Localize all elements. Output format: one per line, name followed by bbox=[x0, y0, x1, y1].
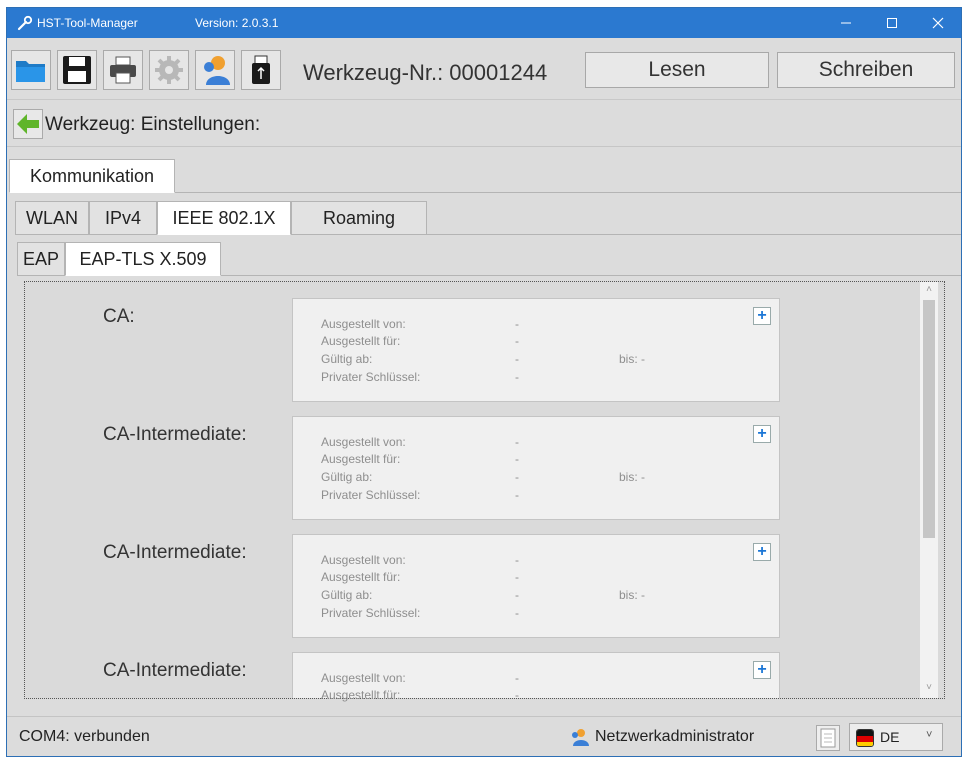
tab-ieee-8021x[interactable]: IEEE 802.1X bbox=[157, 201, 291, 235]
language-value: DE bbox=[880, 729, 900, 745]
maximize-button[interactable] bbox=[869, 8, 915, 38]
title-bar: HST-Tool-Manager Version: 2.0.3.1 bbox=[7, 8, 961, 38]
scroll-down-icon[interactable]: ˅ bbox=[923, 682, 935, 694]
field-private-key: Privater Schlüssel: bbox=[321, 606, 421, 620]
tab-kommunikation[interactable]: Kommunikation bbox=[9, 159, 175, 193]
add-certificate-button[interactable]: + bbox=[753, 661, 771, 679]
connection-status: COM4: verbunden bbox=[19, 728, 150, 745]
write-button[interactable]: Schreiben bbox=[777, 52, 955, 88]
section-label-ca-intermediate: CA-Intermediate: bbox=[103, 424, 247, 445]
language-select[interactable]: DE ˅ bbox=[849, 723, 943, 751]
read-button[interactable]: Lesen bbox=[585, 52, 769, 88]
certificate-box: + Ausgestellt von: - Ausgestellt für: - … bbox=[292, 416, 780, 520]
value-private-key: - bbox=[515, 370, 519, 384]
add-certificate-button[interactable]: + bbox=[753, 425, 771, 443]
nav-row: Werkzeug: Einstellungen: bbox=[7, 101, 961, 147]
field-valid-from: Gültig ab: bbox=[321, 470, 373, 484]
user-role: Netzwerkadministrator bbox=[595, 728, 755, 745]
save-button[interactable] bbox=[57, 50, 97, 90]
field-valid-from: Gültig ab: bbox=[321, 352, 373, 366]
section-label-ca-intermediate: CA-Intermediate: bbox=[103, 660, 247, 681]
open-button[interactable] bbox=[11, 50, 51, 90]
tab-roaming[interactable]: Roaming bbox=[291, 201, 427, 235]
field-issued-by: Ausgestellt von: bbox=[321, 671, 406, 685]
value-issued-to: - bbox=[515, 452, 519, 466]
value-issued-by: - bbox=[515, 317, 519, 331]
tab-wlan[interactable]: WLAN bbox=[15, 201, 89, 235]
field-valid-from: Gültig ab: bbox=[321, 588, 373, 602]
tab-divider bbox=[175, 192, 961, 193]
field-issued-to: Ausgestellt für: bbox=[321, 452, 401, 466]
field-valid-until: bis: - bbox=[619, 352, 646, 366]
arrow-left-icon bbox=[17, 114, 39, 134]
scrollbar-thumb[interactable] bbox=[923, 300, 935, 538]
value-issued-by: - bbox=[515, 671, 519, 685]
usb-button[interactable] bbox=[241, 50, 281, 90]
value-issued-to: - bbox=[515, 570, 519, 584]
document-icon bbox=[820, 728, 836, 748]
field-issued-by: Ausgestellt von: bbox=[321, 317, 406, 331]
certificate-box: + Ausgestellt von: - Ausgestellt für: - bbox=[292, 652, 780, 702]
minimize-icon bbox=[841, 22, 851, 24]
add-certificate-button[interactable]: + bbox=[753, 307, 771, 325]
certificate-box: + Ausgestellt von: - Ausgestellt für: - … bbox=[292, 534, 780, 638]
value-private-key: - bbox=[515, 488, 519, 502]
tab-ipv4[interactable]: IPv4 bbox=[89, 201, 157, 235]
user-icon bbox=[204, 56, 230, 85]
vertical-scrollbar[interactable]: ˄ ˅ bbox=[920, 282, 938, 698]
user-icon bbox=[572, 729, 589, 746]
value-private-key: - bbox=[515, 606, 519, 620]
field-private-key: Privater Schlüssel: bbox=[321, 488, 421, 502]
value-issued-by: - bbox=[515, 553, 519, 567]
section-label-ca-intermediate: CA-Intermediate: bbox=[103, 542, 247, 563]
chevron-down-icon: ˅ bbox=[926, 729, 933, 741]
value-issued-to: - bbox=[515, 688, 519, 702]
folder-open-icon bbox=[16, 61, 45, 82]
print-icon bbox=[110, 56, 136, 84]
app-title: HST-Tool-Manager bbox=[37, 16, 138, 30]
section-label-ca: CA: bbox=[103, 306, 135, 327]
save-icon bbox=[63, 56, 91, 84]
certificate-panel: ˄ ˅ CA: + Ausgestellt von: - Ausgestellt… bbox=[24, 281, 945, 702]
value-issued-to: - bbox=[515, 334, 519, 348]
add-certificate-button[interactable]: + bbox=[753, 543, 771, 561]
field-valid-until: bis: - bbox=[619, 588, 646, 602]
tool-number: Werkzeug-Nr.: 00001244 bbox=[303, 60, 548, 85]
toolbar: Werkzeug-Nr.: 00001244 Lesen Schreiben bbox=[7, 38, 961, 100]
close-button[interactable] bbox=[915, 8, 961, 38]
close-icon bbox=[932, 17, 944, 29]
field-issued-to: Ausgestellt für: bbox=[321, 334, 401, 348]
page-title: Werkzeug: Einstellungen: bbox=[45, 114, 261, 135]
tab-eap[interactable]: EAP bbox=[17, 242, 65, 276]
field-valid-until: bis: - bbox=[619, 470, 646, 484]
field-issued-to: Ausgestellt für: bbox=[321, 688, 401, 702]
tab-eap-tls[interactable]: EAP-TLS X.509 bbox=[65, 242, 221, 276]
usb-icon bbox=[252, 55, 270, 84]
value-valid-from: - bbox=[515, 588, 519, 602]
tab-divider bbox=[427, 234, 961, 235]
maximize-icon bbox=[887, 18, 897, 28]
minimize-button[interactable] bbox=[823, 8, 869, 38]
certificate-box: + Ausgestellt von: - Ausgestellt für: - … bbox=[292, 298, 780, 402]
field-issued-by: Ausgestellt von: bbox=[321, 435, 406, 449]
app-version: Version: 2.0.3.1 bbox=[195, 16, 279, 30]
value-valid-from: - bbox=[515, 352, 519, 366]
value-valid-from: - bbox=[515, 470, 519, 484]
back-button[interactable] bbox=[13, 109, 43, 139]
field-issued-to: Ausgestellt für: bbox=[321, 570, 401, 584]
print-button[interactable] bbox=[103, 50, 143, 90]
scroll-up-icon[interactable]: ˄ bbox=[923, 284, 935, 296]
field-private-key: Privater Schlüssel: bbox=[321, 370, 421, 384]
field-issued-by: Ausgestellt von: bbox=[321, 553, 406, 567]
tab-divider bbox=[221, 275, 961, 276]
app-window: HST-Tool-Manager Version: 2.0.3.1 Werkze… bbox=[6, 7, 962, 757]
log-button[interactable] bbox=[816, 725, 840, 751]
settings-button[interactable] bbox=[149, 50, 189, 90]
german-flag-icon bbox=[856, 729, 874, 747]
status-bar: COM4: verbunden Netzwerkadministrator DE… bbox=[7, 716, 961, 756]
gear-icon bbox=[155, 56, 183, 84]
user-button[interactable] bbox=[195, 50, 235, 90]
wrench-icon bbox=[17, 15, 33, 31]
value-issued-by: - bbox=[515, 435, 519, 449]
